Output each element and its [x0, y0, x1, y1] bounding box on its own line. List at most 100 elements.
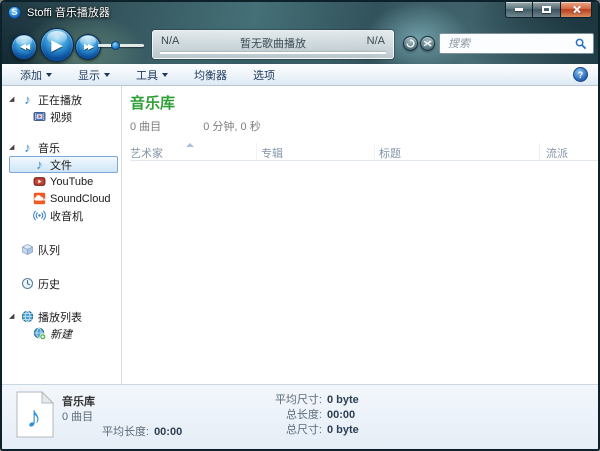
metric-total-size: 总尺寸: 0 byte: [230, 423, 359, 438]
youtube-icon: [33, 175, 46, 188]
sidebar-item-label: 历史: [38, 278, 60, 291]
help-icon: ?: [577, 69, 584, 80]
history-icon: [21, 277, 34, 290]
menu-label: 工具: [136, 69, 158, 82]
play-button[interactable]: ▶: [40, 28, 74, 62]
metric-label: 总尺寸:: [285, 424, 322, 436]
window-title: Stoffi 音乐播放器: [27, 7, 110, 19]
close-button[interactable]: [561, 2, 592, 18]
column-divider: [256, 143, 257, 160]
library-duration: 0 分钟, 0 秒: [203, 121, 261, 133]
sidebar-item-youtube[interactable]: YouTube: [9, 173, 118, 190]
expander-icon[interactable]: ◢: [9, 144, 21, 151]
shuffle-button[interactable]: [420, 36, 435, 51]
metric-label: 总长度:: [285, 409, 322, 421]
elapsed-time: N/A: [161, 35, 180, 47]
next-button[interactable]: ▶▶: [75, 34, 101, 60]
window-controls: [505, 2, 592, 18]
help-button[interactable]: ?: [573, 67, 588, 82]
search-input[interactable]: [440, 37, 575, 50]
avg-length-value: 00:00: [154, 426, 183, 438]
column-divider: [374, 143, 375, 160]
menu-label: 选项: [253, 69, 275, 82]
sort-ascending-icon: [186, 143, 194, 147]
metric-value: 0 byte: [327, 424, 359, 436]
menubar: 添加 显示 工具 均衡器 选项 ?: [2, 64, 598, 86]
chevron-down-icon: [162, 72, 168, 77]
sidebar-item-soundcloud[interactable]: SoundCloud: [9, 190, 118, 207]
play-icon: ▶: [51, 36, 63, 54]
library-view: 音乐库 0 曲目 0 分钟, 0 秒 艺术家 专辑 标题 流派: [122, 86, 598, 384]
column-header-artist[interactable]: 艺术家: [130, 145, 163, 161]
menu-equalizer[interactable]: 均衡器: [190, 65, 231, 85]
music-file-icon: ♪: [16, 391, 54, 438]
table-header: 艺术家 专辑 标题 流派: [130, 143, 598, 161]
metric-avg-size: 平均尺寸: 0 byte: [230, 393, 359, 408]
minimize-icon: [515, 8, 523, 11]
sidebar-item-label: YouTube: [50, 175, 94, 188]
player-toolbar: ◀◀ ▶ ▶▶ N/A 暂无歌曲播放 N/A: [2, 22, 598, 64]
app-window: S Stoffi 音乐播放器 ◀◀ ▶ ▶▶ N/A 暂无歌曲播放 N/A 搜索…: [0, 0, 600, 451]
radio-icon: [33, 209, 46, 222]
expander-icon[interactable]: ◢: [9, 96, 21, 103]
sidebar-item-queue[interactable]: 队列: [9, 241, 118, 258]
library-stats: 0 曲目 0 分钟, 0 秒: [130, 118, 598, 134]
shuffle-icon: [423, 40, 432, 47]
column-header-title[interactable]: 标题: [379, 145, 401, 161]
metric-value: 0 byte: [327, 394, 359, 406]
maximize-button[interactable]: [533, 2, 561, 18]
titlebar: S Stoffi 音乐播放器: [2, 2, 598, 22]
next-icon: ▶▶: [83, 42, 94, 51]
metric-value: 00:00: [327, 409, 356, 421]
sidebar-item-video[interactable]: 视频: [9, 108, 118, 125]
queue-icon: [21, 243, 34, 256]
column-header-album[interactable]: 专辑: [261, 145, 283, 161]
sidebar-item-music[interactable]: ◢ ♪ 音乐: [9, 139, 118, 156]
column-header-genre[interactable]: 流派: [546, 145, 568, 161]
menu-add[interactable]: 添加: [16, 65, 56, 85]
sidebar-item-label: 文件: [50, 159, 72, 172]
sidebar: ◢ ♪ 正在播放 视频 ◢ ♪ 音乐 ♪ 文件 YouTube SoundClo…: [2, 86, 122, 384]
repeat-icon: [406, 39, 415, 48]
sidebar-item-now-playing[interactable]: ◢ ♪ 正在播放: [9, 91, 118, 108]
repeat-button[interactable]: [403, 36, 418, 51]
glass-header: S Stoffi 音乐播放器 ◀◀ ▶ ▶▶ N/A 暂无歌曲播放 N/A: [2, 2, 598, 64]
sidebar-item-radio[interactable]: 收音机: [9, 207, 118, 224]
statusbar: ♪ 音乐库 0 曲目 平均长度: 00:00 平均尺寸: 0 byte 总长度: 00…: [2, 384, 598, 449]
statusbar-avg-length: 平均长度: 00:00: [102, 423, 182, 439]
sidebar-item-files[interactable]: ♪ 文件: [9, 156, 118, 173]
expander-icon[interactable]: ◢: [9, 313, 21, 320]
sidebar-item-label: 收音机: [50, 210, 83, 223]
sidebar-item-new-playlist[interactable]: 新建: [9, 325, 118, 342]
magnifier-icon[interactable]: [575, 38, 587, 50]
maximize-icon: [542, 6, 551, 13]
music-note-icon: ♪: [24, 92, 31, 107]
sidebar-item-label: 正在播放: [38, 94, 82, 107]
previous-icon: ◀◀: [19, 42, 30, 51]
avg-length-label: 平均长度:: [102, 426, 150, 438]
menu-tools[interactable]: 工具: [132, 65, 172, 85]
library-track-count: 0 曲目: [130, 121, 162, 133]
column-divider: [539, 143, 540, 160]
sidebar-item-label: SoundCloud: [50, 192, 111, 205]
library-title: 音乐库: [130, 95, 176, 112]
sidebar-item-history[interactable]: 历史: [9, 275, 118, 292]
now-playing-panel: N/A 暂无歌曲播放 N/A: [152, 30, 394, 59]
previous-button[interactable]: ◀◀: [11, 34, 37, 60]
minimize-button[interactable]: [505, 2, 533, 18]
metric-label: 平均尺寸:: [274, 394, 322, 406]
seek-bar[interactable]: [160, 52, 386, 54]
chevron-down-icon: [104, 72, 110, 77]
statusbar-metrics: 平均尺寸: 0 byte 总长度: 00:00 总尺寸: 0 byte: [230, 393, 359, 438]
volume-slider-thumb[interactable]: [111, 41, 121, 50]
menu-options[interactable]: 选项: [249, 65, 279, 85]
svg-text:♪: ♪: [27, 401, 42, 434]
sidebar-item-playlists[interactable]: ◢ 播放列表: [9, 308, 118, 325]
search-box: [439, 33, 594, 54]
sidebar-item-label: 播放列表: [38, 311, 82, 324]
video-icon: [33, 110, 46, 123]
volume-slider[interactable]: [98, 41, 144, 50]
menu-display[interactable]: 显示: [74, 65, 114, 85]
music-note-icon: ♪: [36, 157, 43, 172]
sidebar-item-label: 新建: [50, 328, 72, 341]
